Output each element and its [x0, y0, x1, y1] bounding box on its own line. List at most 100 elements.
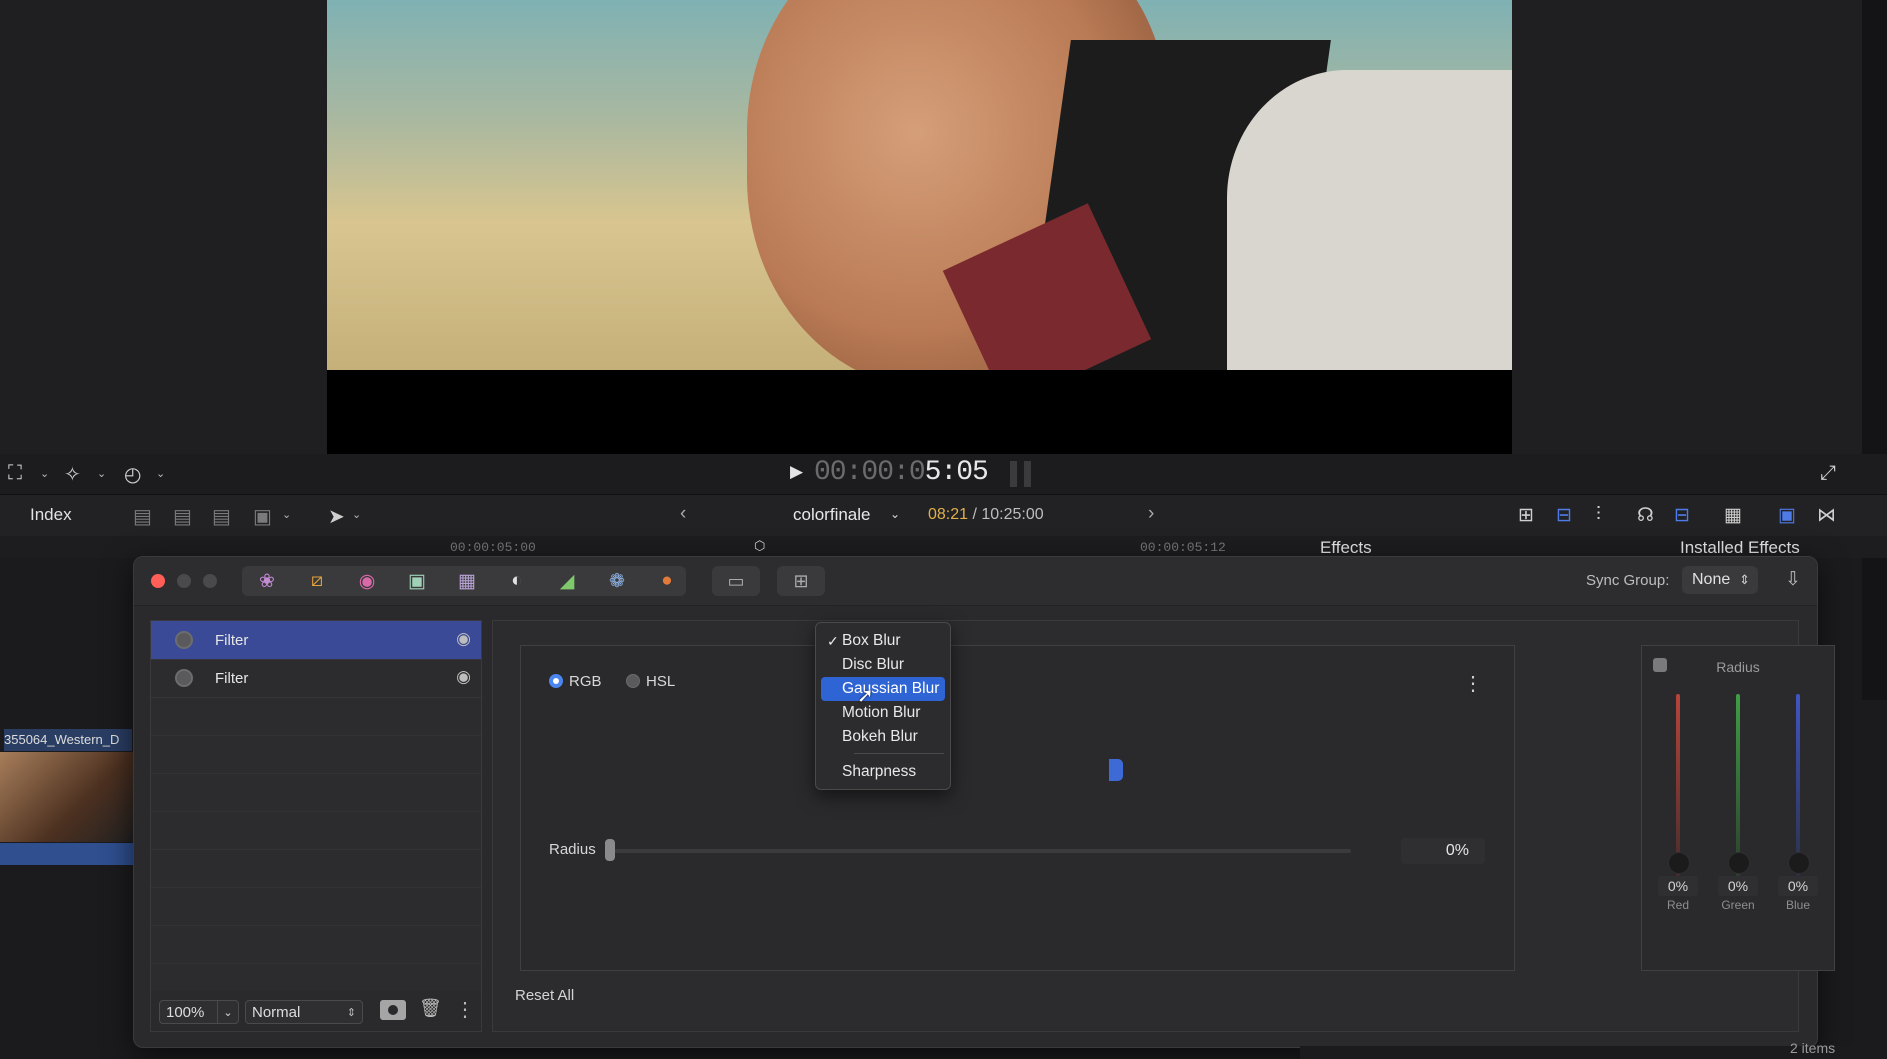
eye-icon[interactable]: ◉ [456, 667, 471, 687]
headphones-icon[interactable]: ☊ [1637, 504, 1654, 527]
blue-slider-handle[interactable] [1788, 852, 1810, 874]
layer-item[interactable]: Filter ◉ [151, 659, 481, 698]
menu-item-motion-blur[interactable]: Motion Blur [821, 701, 945, 725]
menu-item-gaussian-blur[interactable]: Gaussian Blur [821, 677, 945, 701]
playhead-icon[interactable]: ⬡ [754, 538, 765, 554]
video-image [327, 0, 1512, 370]
zoom-select[interactable]: 100% ⌄ [159, 1000, 239, 1024]
transform-icon[interactable]: ⛶ [8, 462, 22, 485]
radius-slider-handle[interactable] [605, 839, 615, 861]
snapping-icon[interactable]: ⊟ [1674, 504, 1690, 527]
back-arrow-icon[interactable]: ‹ [680, 503, 686, 525]
play-button[interactable]: ▶ [790, 462, 803, 482]
effects-browser-icon[interactable]: ▣ [1778, 504, 1796, 527]
color-dots-icon[interactable]: ❁ [592, 570, 642, 593]
audio-skimming-icon[interactable]: ⫶ [1596, 504, 1601, 526]
radius-label: Radius [549, 841, 596, 858]
sync-group-select[interactable]: None ⇕ [1682, 566, 1758, 594]
chevron-down-icon[interactable]: ⌄ [40, 467, 49, 480]
project-name[interactable]: colorfinale [793, 505, 871, 525]
hsl-radio-label[interactable]: HSL [646, 673, 675, 690]
empty-layer-row [151, 887, 481, 926]
minimize-window-button[interactable] [177, 574, 191, 588]
export-icon[interactable]: ⇩ [1785, 568, 1801, 591]
append-clip-icon[interactable]: ▤ [133, 504, 152, 529]
rgb-radio-label[interactable]: RGB [569, 673, 602, 690]
insert-clip-icon[interactable]: ▤ [173, 504, 192, 529]
magic-wand-icon[interactable]: ✧ [64, 462, 81, 487]
layer-item[interactable]: Filter ◉ [151, 621, 481, 660]
transitions-browser-icon[interactable]: ⋈ [1817, 504, 1836, 527]
rgb-radius-panel: Radius 0% Red 0% Green 0% Blue [1641, 645, 1835, 971]
menu-item-sharpness[interactable]: Sharpness [821, 760, 945, 784]
trash-icon[interactable]: 🗑 [419, 998, 442, 1019]
chevron-down-icon[interactable]: ⌄ [156, 467, 165, 480]
index-button[interactable]: Index [30, 505, 72, 525]
folder-icon[interactable]: ▭ [712, 566, 760, 596]
exposure-icon[interactable]: ◐ [492, 570, 542, 592]
layer-thumb-icon [175, 631, 193, 649]
menu-item-disc-blur[interactable]: Disc Blur [821, 653, 945, 677]
color-finale-window: ❀ ⧄ ◉ ▣ ▦ ◐ ◢ ❁ ● ▭ ⊞ Sync Group: None ⇕ … [133, 556, 1835, 1048]
mask-icon[interactable] [380, 1000, 406, 1020]
green-label: Green [1721, 898, 1755, 912]
speed-icon[interactable]: ◴ [124, 462, 141, 487]
transport-bar: ⛶ ⌄ ✧ ⌄ ◴ ⌄ ▶ 00:00:05:05 ⤢ [0, 454, 1887, 494]
right-edge-panel [1862, 0, 1887, 700]
menu-item-bokeh-blur[interactable]: Bokeh Blur [821, 725, 945, 749]
timeline-ruler[interactable]: 00:00:05:00 00:00:05:12 ⬡ Effects Instal… [0, 536, 1887, 558]
red-value[interactable]: 0% [1658, 876, 1698, 896]
histogram-icon[interactable]: ◢ [542, 570, 592, 593]
green-value[interactable]: 0% [1718, 876, 1758, 896]
installed-effects-select[interactable]: Installed Effects [1680, 538, 1800, 558]
lut-icon[interactable]: ▣ [392, 570, 442, 593]
blue-value[interactable]: 0% [1778, 876, 1818, 896]
grid-view-icon[interactable]: ⊞ [777, 566, 825, 596]
menu-item-label: Disc Blur [842, 656, 905, 673]
color-wheels-icon[interactable]: ❀ [242, 570, 292, 593]
total-duration: / 10:25:00 [968, 506, 1044, 523]
chevron-down-icon[interactable]: ⌄ [97, 467, 106, 480]
blend-mode-select[interactable]: Normal ⇕ [245, 1000, 363, 1024]
connect-clip-icon[interactable]: ▤ [212, 504, 231, 529]
blur-filter-icon[interactable]: ● [642, 570, 692, 592]
skimming-icon[interactable]: ⊟ [1556, 504, 1572, 527]
blur-controls: RGB HSL ⋮ Radius 0% [520, 645, 1515, 971]
empty-layer-row [151, 925, 481, 964]
timeline-clip[interactable]: 355064_Western_D [0, 729, 133, 865]
fullscreen-icon[interactable]: ⤢ [1820, 462, 1836, 485]
chevron-down-icon[interactable]: ⌄ [890, 507, 900, 521]
blue-label: Blue [1785, 898, 1811, 912]
rgb-radio[interactable] [549, 674, 563, 688]
chevron-down-icon[interactable]: ⌄ [352, 508, 361, 521]
forward-arrow-icon[interactable]: › [1148, 503, 1154, 525]
select-tool-icon[interactable]: ➤ [328, 504, 345, 529]
layer-name: Filter [215, 632, 249, 649]
curves-icon[interactable]: ⧄ [292, 570, 342, 592]
layer-name: Filter [215, 670, 249, 687]
mouse-cursor-icon: ➚ [857, 685, 874, 707]
chevron-down-icon[interactable]: ⌄ [282, 508, 291, 521]
menu-item-label: Motion Blur [842, 704, 921, 721]
clip-view-icon[interactable]: ▦ [1724, 504, 1742, 527]
blur-type-select[interactable] [1109, 759, 1123, 781]
more-options-icon[interactable]: ⋮ [455, 997, 475, 1022]
close-window-button[interactable] [151, 574, 165, 588]
zoom-window-button[interactable] [203, 574, 217, 588]
reset-all-button[interactable]: Reset All [515, 987, 574, 1004]
hsl-radio[interactable] [626, 674, 640, 688]
overwrite-clip-icon[interactable]: ▣ [253, 504, 272, 529]
updown-arrow-icon: ⇕ [346, 1007, 356, 1019]
radius-slider-track[interactable] [611, 849, 1351, 853]
hue-wheel-icon[interactable]: ◉ [342, 570, 392, 593]
radius-value-field[interactable]: 0% [1401, 838, 1485, 864]
grid-tool-icon[interactable]: ▦ [442, 570, 492, 593]
clip-appearance-icon[interactable]: ⊞ [1518, 504, 1534, 527]
more-options-icon[interactable]: ⋮ [1463, 671, 1483, 696]
eye-icon[interactable]: ◉ [456, 629, 471, 649]
menu-item-label: Box Blur [842, 632, 901, 649]
menu-item-box-blur[interactable]: ✓ Box Blur [821, 629, 945, 653]
viewer [0, 0, 1887, 700]
green-slider-handle[interactable] [1728, 852, 1750, 874]
red-slider-handle[interactable] [1668, 852, 1690, 874]
